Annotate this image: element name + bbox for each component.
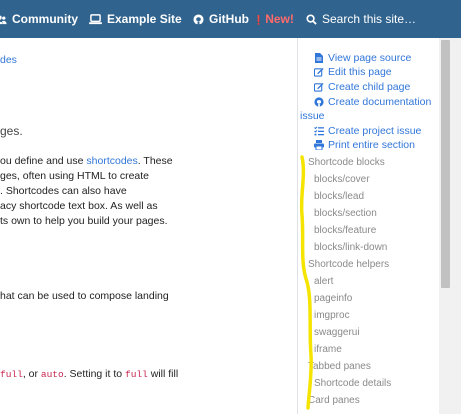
paragraph-text: . These xyxy=(137,155,173,167)
paragraph-line: ges, often using HTML to create xyxy=(0,170,150,182)
toc-item[interactable]: swaggerui xyxy=(314,327,360,338)
edit-icon xyxy=(314,80,324,92)
toc-item[interactable]: blocks/cover xyxy=(314,174,370,185)
paragraph-line: full, or auto. Setting it to full will f… xyxy=(0,368,178,380)
print-section-label: Print entire section xyxy=(328,139,415,151)
create-child-page-link[interactable]: Create child page xyxy=(314,80,410,95)
edit-icon xyxy=(314,65,324,77)
paragraph-text: , or xyxy=(22,368,41,380)
toc-item[interactable]: Shortcode helpers xyxy=(308,259,389,270)
toc-item[interactable]: blocks/lead xyxy=(314,191,364,202)
toc-item[interactable]: blocks/feature xyxy=(314,225,376,236)
toc-item[interactable]: alert xyxy=(314,276,333,287)
github-icon xyxy=(314,95,324,107)
toc-item[interactable]: Tabbed panes xyxy=(308,361,371,372)
view-page-source-label: View page source xyxy=(328,52,412,64)
toc-item[interactable]: Shortcode details xyxy=(314,378,391,389)
main-content: des ges. ou define and use shortcodes. T… xyxy=(0,38,296,414)
nav-github-label: GitHub xyxy=(209,12,249,26)
shortcodes-link[interactable]: shortcodes xyxy=(86,155,137,167)
search-input[interactable]: Search this site… xyxy=(306,0,416,38)
create-child-page-label: Create child page xyxy=(328,81,411,93)
create-documentation-issue-link[interactable]: Create documentation xyxy=(314,95,431,110)
toc-item[interactable]: blocks/section xyxy=(314,208,377,219)
nav-example-site-label: Example Site xyxy=(107,12,182,26)
paragraph-text: will fill xyxy=(147,368,179,380)
lead-paragraph: ges. xyxy=(0,124,23,138)
tasks-icon xyxy=(314,124,324,136)
toc-item[interactable]: Card panes xyxy=(308,395,360,406)
users-icon xyxy=(0,15,7,24)
paragraph-line: acy shortcode text box. As well as xyxy=(0,200,158,212)
nav-example-site-link[interactable]: Example Site xyxy=(89,0,182,38)
create-project-issue-link[interactable]: Create project issue xyxy=(314,124,421,139)
github-icon xyxy=(193,13,204,25)
toc-item[interactable]: pageinfo xyxy=(314,293,352,304)
create-documentation-issue-label-continued: issue xyxy=(300,110,325,122)
view-page-source-link[interactable]: View page source xyxy=(314,51,411,66)
create-documentation-issue-link-continued[interactable]: issue xyxy=(300,109,325,124)
nav-community-link[interactable]: Community xyxy=(0,0,78,38)
search-placeholder: Search this site… xyxy=(322,12,417,26)
inline-code: auto xyxy=(40,369,64,380)
paragraph-line: ts own to help you build your pages. xyxy=(0,215,168,227)
printer-icon xyxy=(314,138,324,150)
paragraph-line: . Shortcodes can also have xyxy=(0,185,127,197)
edit-page-link[interactable]: Edit this page xyxy=(314,65,392,80)
file-icon xyxy=(314,51,324,63)
breadcrumb-link[interactable]: des xyxy=(0,54,17,66)
search-icon xyxy=(306,13,317,25)
paragraph-line: ou define and use shortcodes. These xyxy=(0,155,173,167)
laptop-icon xyxy=(89,13,102,24)
new-badge: ❗New! xyxy=(253,12,294,26)
nav-community-label: Community xyxy=(12,12,78,26)
top-navbar: Community Example Site GitHub ❗New! Sear… xyxy=(0,0,461,38)
print-section-link[interactable]: Print entire section xyxy=(314,138,415,153)
edit-page-label: Edit this page xyxy=(328,66,392,78)
create-documentation-issue-label: Create documentation xyxy=(328,96,432,108)
inline-code: full xyxy=(125,369,148,380)
paragraph-line: hat can be used to compose landing xyxy=(0,290,169,302)
toc-item[interactable]: blocks/link-down xyxy=(314,242,387,253)
inline-code: full xyxy=(0,369,23,380)
exclamation-icon: ❗ xyxy=(253,15,265,25)
toc-item[interactable]: imgproc xyxy=(314,310,350,321)
nav-github-link[interactable]: GitHub ❗New! xyxy=(193,0,294,38)
paragraph-text: . Setting it to xyxy=(63,368,126,380)
toc-item[interactable]: Shortcode blocks xyxy=(308,157,385,168)
scrollbar-thumb[interactable] xyxy=(441,40,450,288)
paragraph-text: ou define and use xyxy=(0,155,87,167)
create-project-issue-label: Create project issue xyxy=(328,125,422,137)
new-badge-label: New! xyxy=(265,12,294,26)
right-sidebar: View page source Edit this page Create c… xyxy=(297,38,440,414)
toc-item[interactable]: iframe xyxy=(314,344,342,355)
